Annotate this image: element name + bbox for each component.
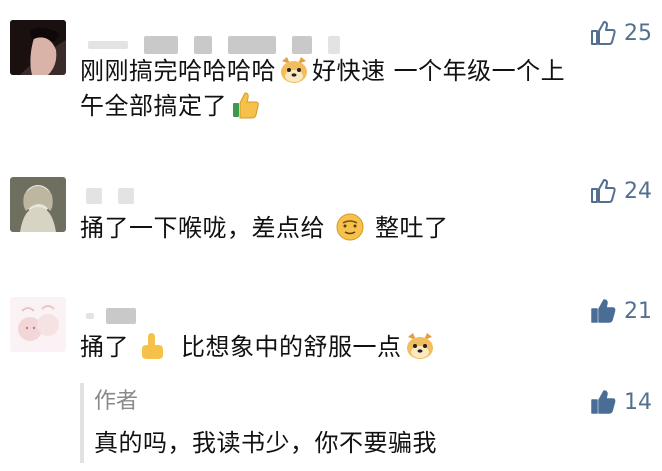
like-count: 21 bbox=[624, 298, 652, 324]
username-blurred[interactable] bbox=[86, 305, 136, 327]
author-reply: 作者 真的吗，我读书少，你不要骗我 bbox=[80, 383, 644, 463]
like-count: 24 bbox=[624, 178, 652, 204]
author-label: 作者 bbox=[94, 389, 139, 414]
like-button[interactable]: 14 bbox=[590, 387, 652, 417]
thumbs-up-filled-icon bbox=[591, 299, 616, 323]
comment-list: 25 刚刚搞完哈哈哈哈 好快速 一个年级一个上 午全部搞定了 24 捅了一下喉咙… bbox=[0, 0, 662, 471]
smile-face-emoji bbox=[335, 212, 365, 242]
like-count: 25 bbox=[624, 20, 652, 46]
like-button[interactable]: 21 bbox=[590, 296, 652, 326]
reply-text: 真的吗，我读书少，你不要骗我 bbox=[94, 429, 437, 457]
username-blurred[interactable] bbox=[86, 185, 134, 207]
thumbs-up-filled-icon bbox=[591, 390, 616, 414]
like-button[interactable]: 24 bbox=[590, 176, 652, 206]
thumbs-up-outline-icon bbox=[591, 179, 616, 203]
avatar[interactable] bbox=[10, 20, 66, 75]
username-blurred[interactable] bbox=[88, 34, 340, 56]
like-button[interactable]: 25 bbox=[590, 18, 652, 48]
avatar[interactable] bbox=[10, 297, 66, 352]
finger-emoji bbox=[137, 331, 167, 361]
thumbs-up-emoji bbox=[230, 90, 260, 120]
avatar[interactable] bbox=[10, 177, 66, 232]
doge-emoji bbox=[279, 55, 309, 85]
doge-emoji bbox=[405, 331, 435, 361]
thumbs-up-outline-icon bbox=[591, 21, 616, 45]
comment-text: 捅了一下喉咙，差点给 整吐了 bbox=[80, 212, 449, 242]
comment-text: 捅了 比想象中的舒服一点 bbox=[80, 330, 646, 365]
comment-text: 刚刚搞完哈哈哈哈 好快速 一个年级一个上 午全部搞定了 bbox=[80, 55, 566, 120]
like-count: 14 bbox=[624, 389, 652, 415]
